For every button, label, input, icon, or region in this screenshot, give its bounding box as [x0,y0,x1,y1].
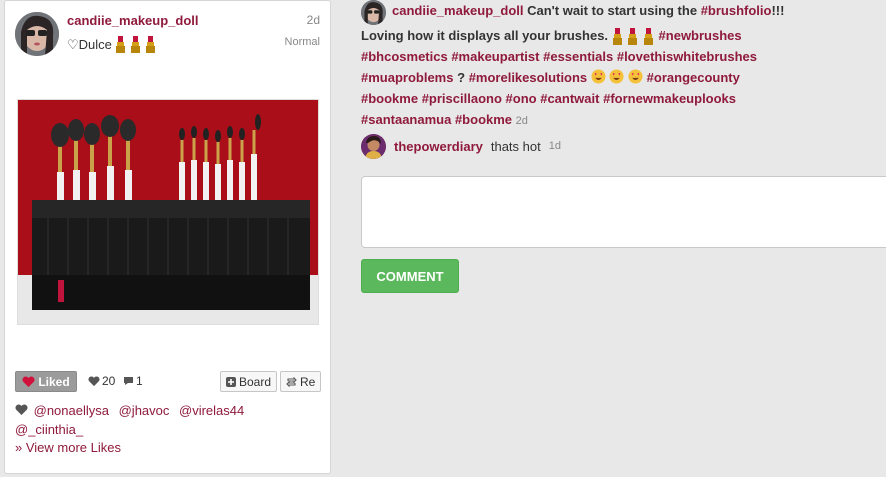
post-card: candiie_makeup_doll 2d ♡Dulce Normal Lik… [4,0,331,474]
hashtag-link[interactable]: #essentials [543,49,613,64]
caption-text: candiie_makeup_doll Can't wait to start … [361,0,881,132]
liked-button[interactable]: Liked [15,371,77,392]
hashtag-link[interactable]: #bookme [455,112,512,127]
board-button[interactable]: Board [220,371,278,392]
liker-link[interactable]: @_ciinthia_ [15,422,83,437]
hashtag-link[interactable]: #bhcosmetics [361,49,448,64]
caption-time: 2d [515,115,528,127]
hashtag-link[interactable]: #newbrushes [659,28,742,43]
hashtag-link[interactable]: #fornewmakeuplooks [603,91,736,106]
lipstick-icon [130,36,140,53]
comments-stat: 1 [123,374,143,388]
hashtag-link[interactable]: #cantwait [540,91,599,106]
lipstick-icon [145,36,155,53]
caption-text-4: ? [457,70,466,85]
comment-icon [124,377,133,385]
repost-label: Re [300,374,316,389]
hashtag-link[interactable]: #morelikesolutions [469,70,587,85]
comment-time: 1d [548,140,561,152]
hashtag-link[interactable]: #brushfolio [701,3,772,18]
liker-link[interactable]: @nonaellysa [34,403,109,418]
repost-icon [286,376,297,387]
hashtag-link[interactable]: #orangecounty [647,70,740,85]
commenter-username[interactable]: thepowerdiary [394,139,483,154]
caption-text-3: Loving how it displays all your brushes. [361,28,609,43]
likers-list: @nonaellysa @jhavoc @virelas44 @_ciinthi… [15,401,320,439]
heart-eyes-icon [591,69,606,84]
hashtag-link[interactable]: #ono [506,91,537,106]
user-avatar[interactable] [15,12,59,56]
hashtag-link[interactable]: #priscillaono [422,91,502,106]
caption-text-1: Can't wait to start using the [527,3,698,18]
hashtag-link[interactable]: #lovethiswhitebrushes [617,49,757,64]
likes-stat: 20 [88,374,115,388]
plus-icon [226,376,236,387]
comment-item: thepowerdiary thats hot 1d [361,133,561,159]
hashtag-link[interactable]: #muaproblems [361,70,453,85]
view-more-likes-link[interactable]: » View more Likes [15,440,121,455]
comments-count: 1 [136,374,143,388]
comment-button[interactable]: COMMENT [361,259,459,293]
post-subtitle: ♡Dulce [67,36,157,53]
lipstick-icon [115,36,125,53]
heart-eyes-icon [609,69,624,84]
liker-link[interactable]: @virelas44 [179,403,244,418]
commenter-avatar[interactable] [361,133,386,159]
comment-input[interactable] [361,176,886,248]
heart-icon [88,375,100,386]
caption-text-2: !!! [771,3,785,18]
heart-icon [15,404,28,415]
hashtag-link[interactable]: #bookme [361,91,418,106]
hashtag-link[interactable]: #santaanamua [361,112,451,127]
post-subtitle-text: ♡Dulce [67,36,112,52]
repost-button[interactable]: Re [280,371,322,392]
caption-username[interactable]: candiie_makeup_doll [392,3,524,18]
post-actions: Liked 20 1 Board Re [15,371,322,393]
liker-link[interactable]: @jhavoc [119,403,170,418]
post-time: 2d [306,13,320,27]
board-label: Board [239,374,272,389]
liked-label: Liked [38,374,70,389]
lipstick-icon [628,28,638,46]
post-username[interactable]: candiie_makeup_doll [67,13,199,28]
comment-text: thats hot [490,138,541,154]
post-filter: Normal [284,36,320,48]
hashtag-link[interactable]: #makeupartist [451,49,539,64]
lipstick-icon [643,28,653,46]
likes-count: 20 [102,374,116,388]
heart-icon [22,375,35,387]
post-photo[interactable] [17,99,319,325]
heart-eyes-icon [628,69,643,84]
lipstick-icon [612,28,622,46]
